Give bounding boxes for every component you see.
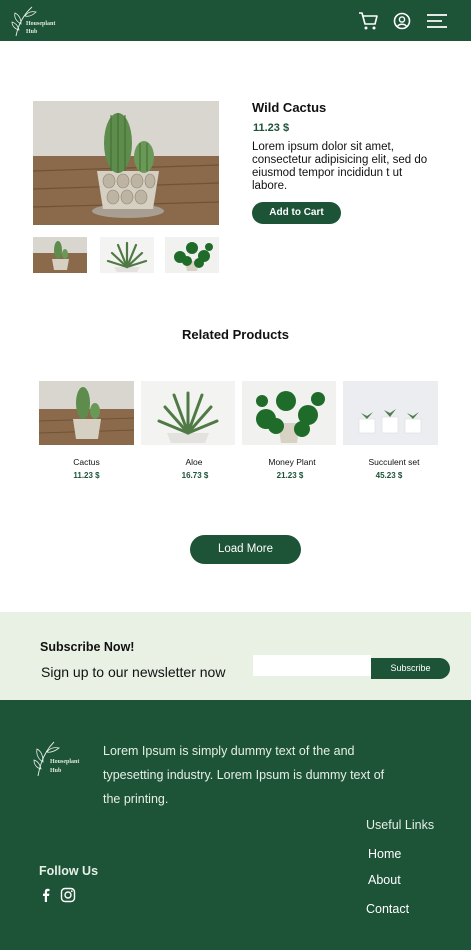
product-description: Lorem ipsum dolor sit amet, consectetur … [252,141,428,192]
footer-link-contact[interactable]: Contact [366,902,409,916]
logo-line-2: Hub [50,768,62,774]
related-price: 45.23 $ [375,471,403,480]
product-price: 11.23 $ [253,122,290,134]
load-more-button[interactable]: Load More [190,535,301,564]
follow-us-heading: Follow Us [39,864,99,878]
facebook-icon[interactable] [38,887,54,903]
related-name: Aloe [185,457,203,467]
menu-icon[interactable] [425,10,449,32]
related-products-heading: Related Products [182,327,289,342]
related-image-aloe[interactable] [141,381,235,445]
newsletter-email-input[interactable] [253,655,371,676]
related-image-cactus[interactable] [39,381,134,445]
useful-links-heading: Useful Links [366,818,435,832]
instagram-icon[interactable] [60,887,76,903]
related-image-money-plant[interactable] [242,381,336,445]
user-icon[interactable] [391,10,413,32]
product-main-image [33,101,219,225]
brand-logo[interactable]: Houseplant Hub [10,4,70,38]
product-title: Wild Cactus [252,100,327,115]
footer-logo[interactable]: Houseplant Hub [32,738,92,778]
top-header: Houseplant Hub [0,0,471,41]
footer-link-about[interactable]: About [368,873,401,887]
logo-line-1: Houseplant [26,21,56,27]
footer-link-home[interactable]: Home [368,847,401,861]
subscribe-section [0,612,471,700]
related-price: 21.23 $ [276,471,304,480]
product-thumb-aloe[interactable] [100,237,154,273]
related-name: Succulent set [368,457,420,467]
product-thumb-money-plant[interactable] [165,237,219,273]
logo-line-1: Houseplant [50,759,80,765]
related-image-succulent-set[interactable] [343,381,438,445]
subscribe-title: Subscribe Now! [40,640,135,654]
footer-logo-text: Houseplant Hub [50,758,79,776]
related-name: Cactus [73,457,100,467]
logo-line-2: Hub [26,29,38,35]
related-name: Money Plant [268,457,316,467]
cart-icon[interactable] [357,10,379,32]
related-price: 11.23 $ [73,471,100,480]
subscribe-text: Sign up to our newsletter now [41,664,226,680]
footer-description: Lorem Ipsum is simply dummy text of the … [103,744,385,806]
product-thumb-cactus[interactable] [33,237,87,273]
related-price: 16.73 $ [181,471,209,480]
add-to-cart-button[interactable]: Add to Cart [252,202,341,224]
logo-text: Houseplant Hub [26,20,55,36]
subscribe-button[interactable]: Subscribe [371,658,450,679]
